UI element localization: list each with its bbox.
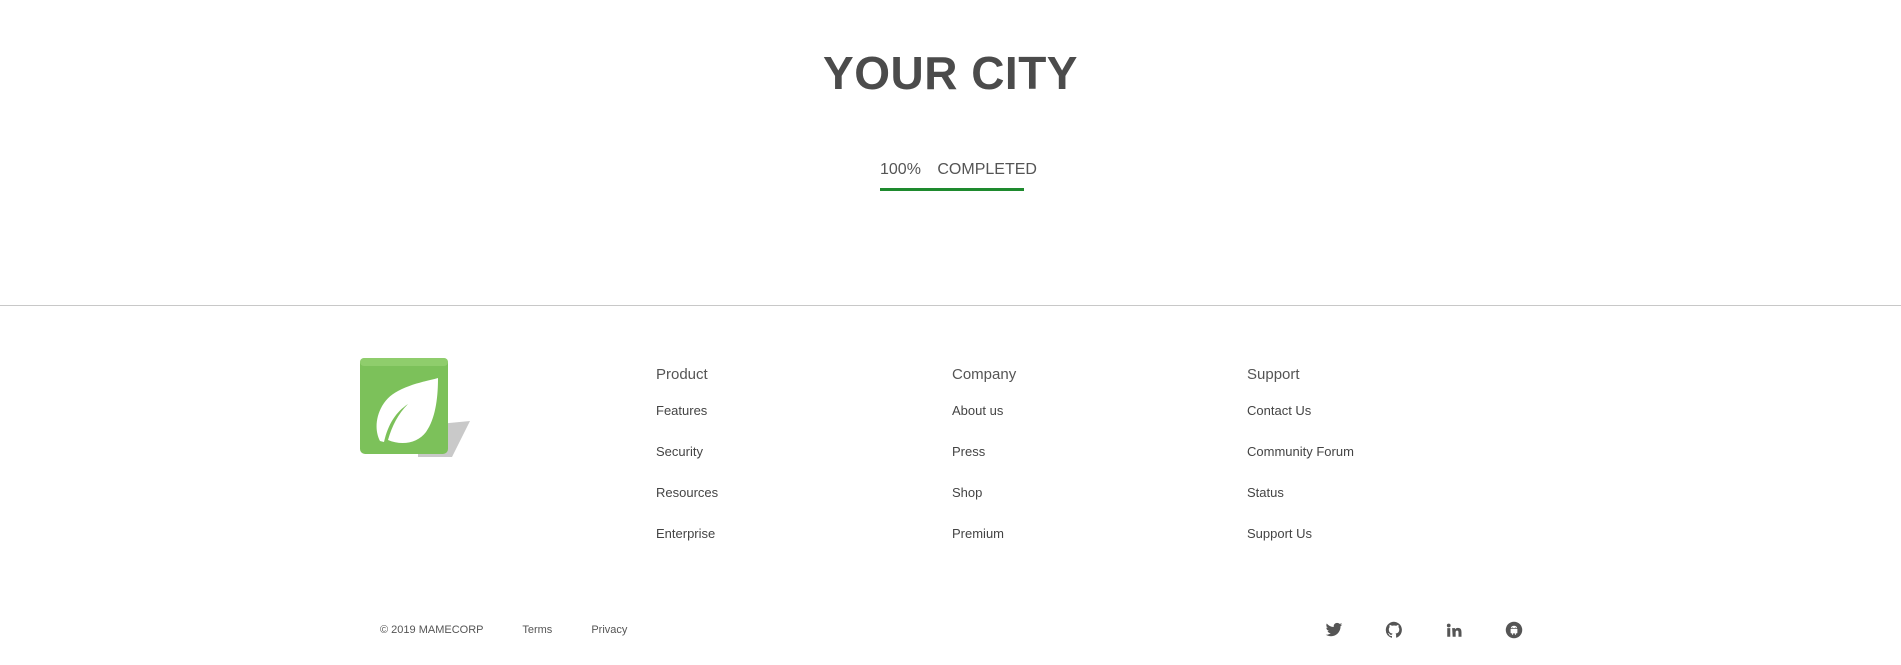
- footer-link-shop[interactable]: Shop: [952, 485, 1016, 526]
- progress-status: COMPLETED: [937, 161, 1037, 178]
- page-title: YOUR CITY: [823, 47, 1078, 99]
- footer-column-product: Product Features Security Resources Ente…: [656, 366, 718, 567]
- footer-link-press[interactable]: Press: [952, 444, 1016, 485]
- linkedin-icon[interactable]: [1444, 620, 1464, 640]
- footer-link-support-us[interactable]: Support Us: [1247, 526, 1354, 567]
- column-heading-product: Product: [656, 366, 708, 383]
- column-heading-support: Support: [1247, 366, 1300, 383]
- progress-indicator: 100% COMPLETED: [880, 161, 1037, 191]
- footer-column-support: Support Contact Us Community Forum Statu…: [1247, 366, 1354, 567]
- footer-link-resources[interactable]: Resources: [656, 485, 718, 526]
- footer-link-contact-us[interactable]: Contact Us: [1247, 403, 1354, 444]
- copyright-text: © 2019 MAMECORP: [380, 624, 484, 636]
- footer-link-features[interactable]: Features: [656, 403, 718, 444]
- footer-link-community-forum[interactable]: Community Forum: [1247, 444, 1354, 485]
- footer: Product Features Security Resources Ente…: [0, 306, 1901, 665]
- terms-link[interactable]: Terms: [522, 624, 552, 636]
- footer-link-status[interactable]: Status: [1247, 485, 1354, 526]
- android-icon[interactable]: [1504, 620, 1524, 640]
- privacy-link[interactable]: Privacy: [591, 624, 627, 636]
- progress-percent: 100%: [880, 161, 921, 178]
- footer-link-enterprise[interactable]: Enterprise: [656, 526, 718, 567]
- footer-link-about-us[interactable]: About us: [952, 403, 1016, 444]
- leaf-logo-icon[interactable]: [358, 356, 470, 462]
- footer-link-premium[interactable]: Premium: [952, 526, 1016, 567]
- social-links: [1324, 620, 1564, 640]
- progress-track: [880, 188, 1024, 191]
- column-heading-company: Company: [952, 366, 1017, 383]
- footer-link-security[interactable]: Security: [656, 444, 718, 485]
- github-icon[interactable]: [1384, 620, 1404, 640]
- progress-label: 100% COMPLETED: [880, 161, 1037, 185]
- footer-column-company: Company About us Press Shop Premium: [952, 366, 1016, 567]
- hero-section: YOUR CITY 100% COMPLETED: [0, 0, 1901, 305]
- footer-legal: © 2019 MAMECORP Terms Privacy: [380, 624, 663, 636]
- twitter-icon[interactable]: [1324, 620, 1344, 640]
- progress-fill: [880, 188, 1024, 191]
